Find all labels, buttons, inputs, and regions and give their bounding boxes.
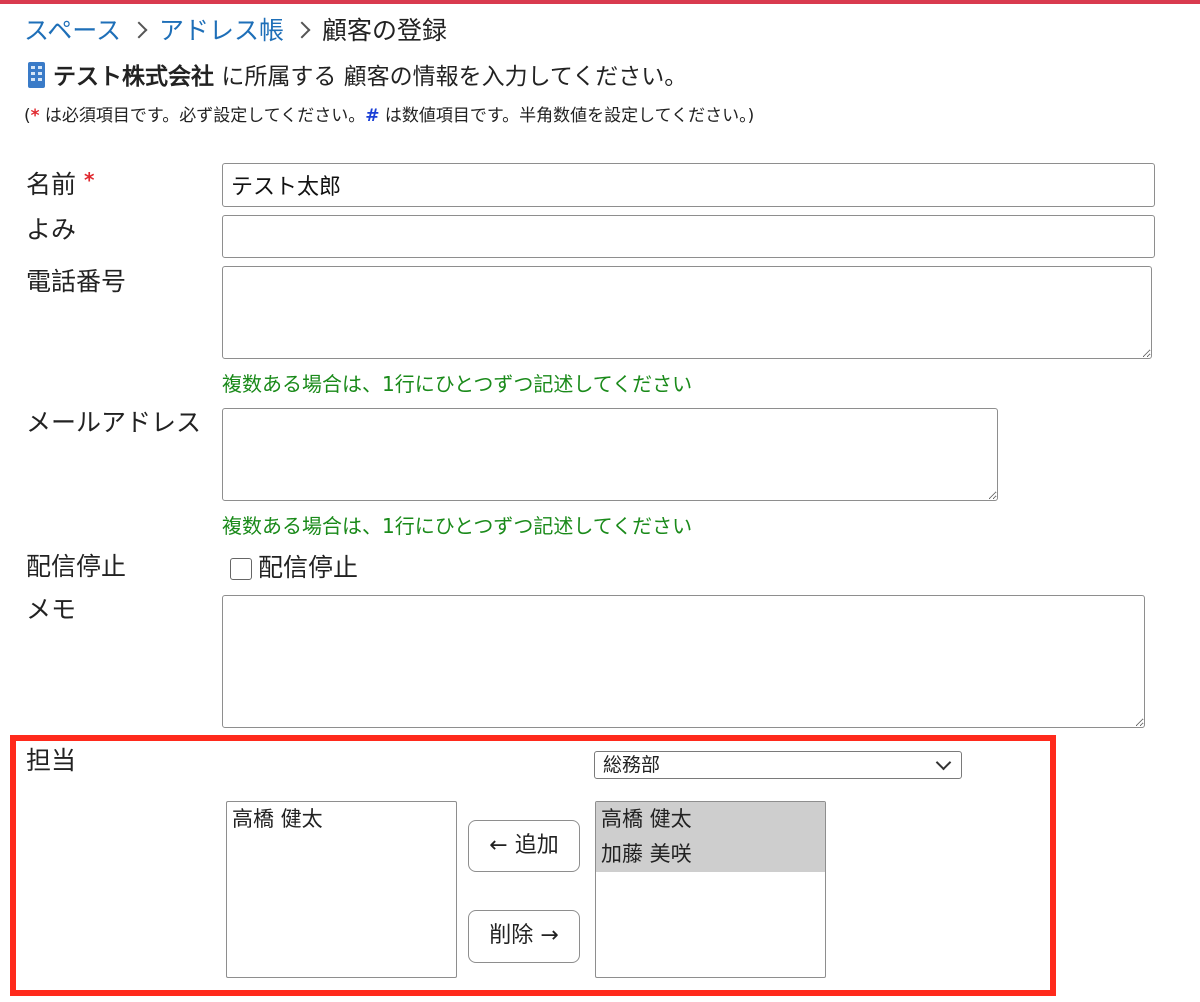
email-textarea[interactable] [222,408,998,501]
department-select[interactable]: 総務部 [594,751,962,779]
unsubscribe-label: 配信停止 [26,552,127,581]
yomi-input[interactable] [222,215,1155,258]
breadcrumb-link-address-book[interactable]: アドレス帳 [159,16,284,45]
memo-label: メモ [26,595,77,624]
required-mark: * [83,168,95,192]
unsubscribe-checkbox-label[interactable]: 配信停止 [258,552,358,584]
add-assignee-button[interactable]: ← 追加 [468,820,580,872]
numeric-note-text: は数値項目です。半角数値を設定してください。) [379,106,755,126]
candidate-list-item[interactable]: 加藤 美咲 [596,837,825,872]
email-hint: 複数ある場合は、1行にひとつずつ記述してください [222,514,693,538]
department-select-value: 総務部 [603,754,661,776]
candidate-list[interactable]: 高橋 健太 加藤 美咲 [595,801,826,978]
note-paren: ( [24,106,31,126]
name-label: 名前 * [26,164,94,201]
building-icon [28,62,45,88]
required-mark: * [30,106,40,126]
field-legend-note: (* は必須項目です。必ず設定してください。# は数値項目です。半角数値を設定し… [24,104,754,128]
breadcrumb: スペース アドレス帳 顧客の登録 [24,14,447,48]
breadcrumb-current: 顧客の登録 [322,16,448,45]
name-input[interactable] [222,163,1155,207]
email-label: メールアドレス [26,408,202,437]
remove-assignee-button[interactable]: 削除 → [468,910,580,963]
assigned-list-item[interactable]: 高橋 健太 [227,802,456,837]
memo-textarea[interactable] [222,595,1145,728]
chevron-right-icon [130,21,148,39]
breadcrumb-link-space[interactable]: スペース [24,16,121,45]
chevron-down-icon [935,754,952,771]
heading-text: に所属する 顧客の情報を入力してください。 [221,64,688,90]
numeric-mark: # [365,106,380,126]
assignee-label: 担当 [26,746,77,775]
company-name: テスト株式会社 [53,64,214,90]
assigned-list[interactable]: 高橋 健太 [226,801,457,978]
required-note-text: は必須項目です。必ず設定してください。 [39,106,366,126]
chevron-right-icon [293,21,311,39]
unsubscribe-checkbox[interactable] [230,558,252,580]
name-label-text: 名前 [26,170,77,199]
phone-label: 電話番号 [26,267,127,296]
phone-textarea[interactable] [222,266,1152,359]
candidate-list-item[interactable]: 高橋 健太 [596,802,825,837]
page-heading: テスト株式会社 に所属する 顧客の情報を入力してください。 [28,60,687,94]
yomi-label: よみ [26,215,77,244]
top-accent-border [0,0,1200,4]
phone-hint: 複数ある場合は、1行にひとつずつ記述してください [222,372,693,396]
